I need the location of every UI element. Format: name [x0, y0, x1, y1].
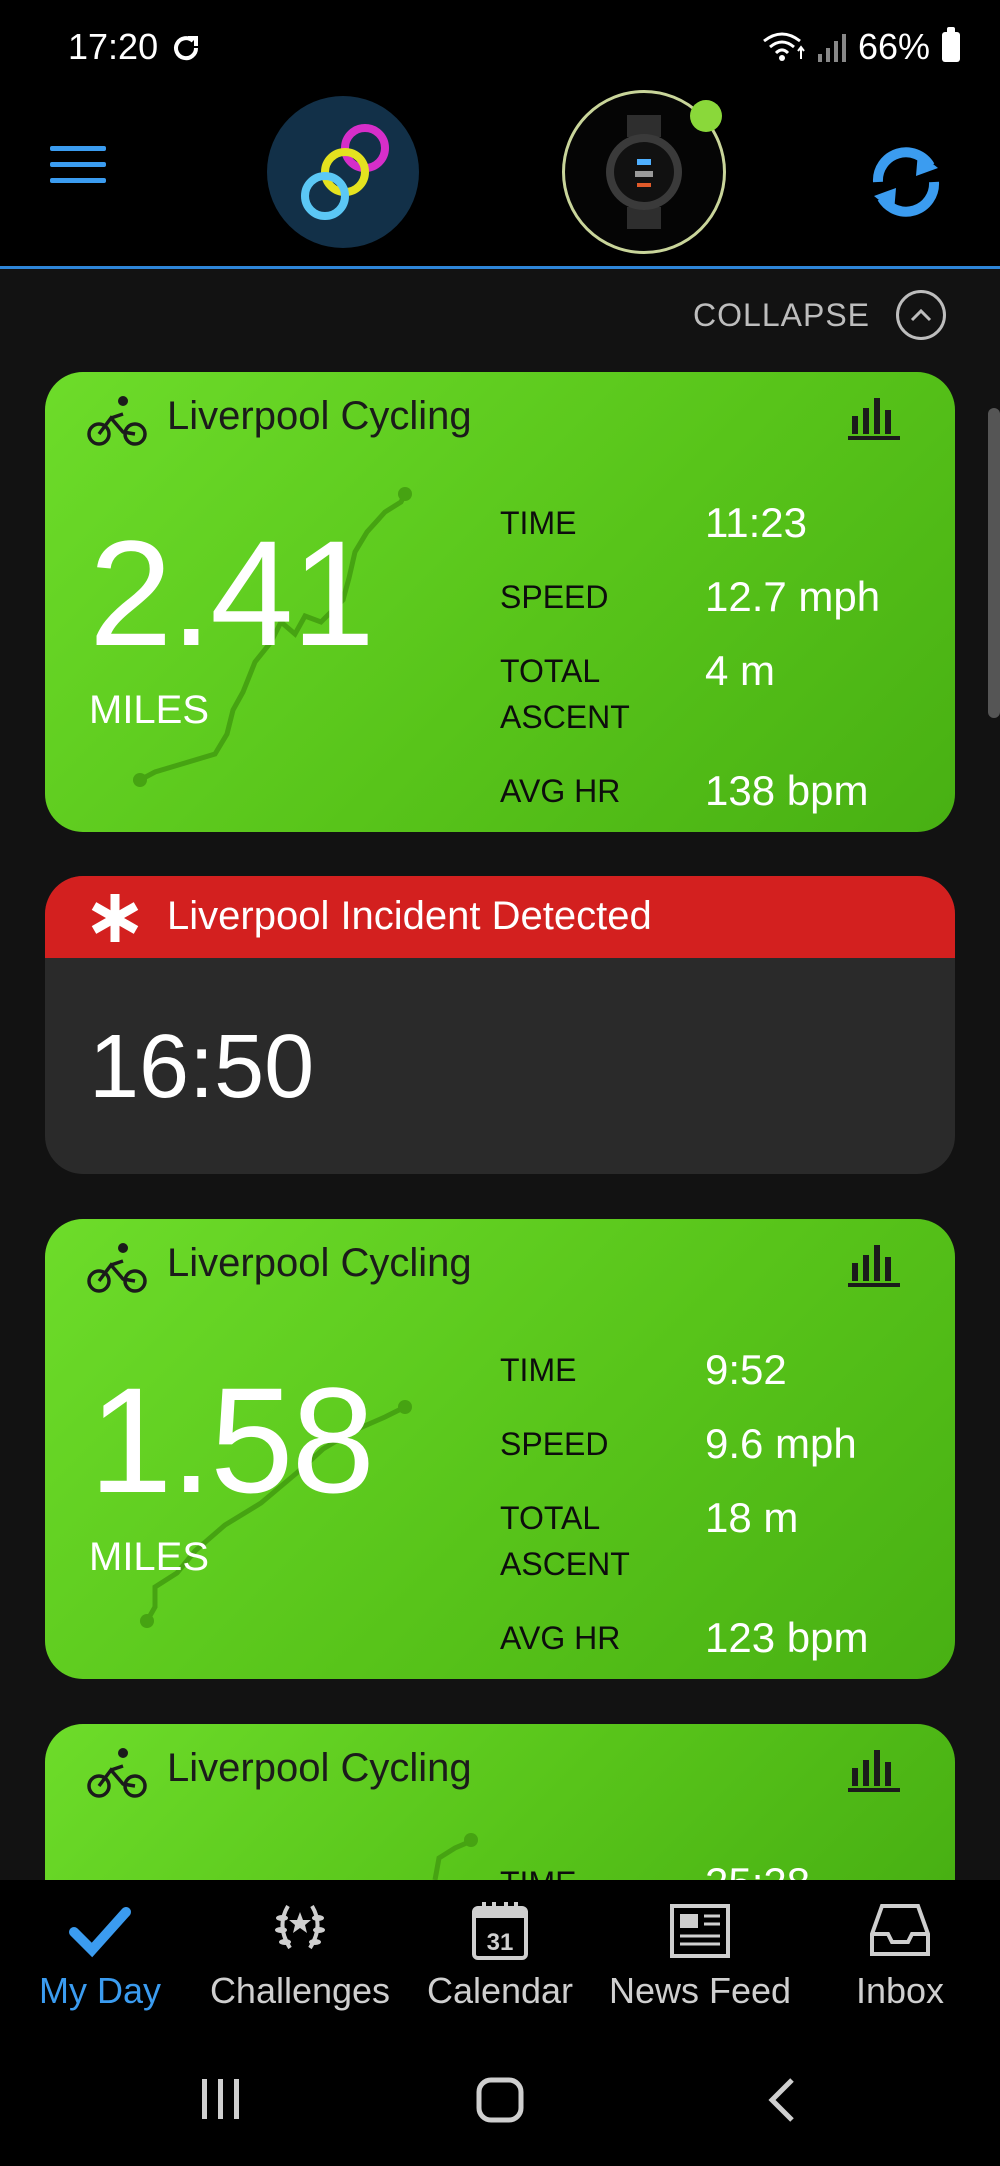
wifi-icon: [763, 32, 805, 61]
activity-title: Liverpool Cycling: [167, 1241, 472, 1285]
inbox-icon: [870, 1904, 930, 1956]
stat-row: SPEED 9.6 mph: [500, 1421, 920, 1467]
nav-label: My Day: [38, 1970, 161, 2011]
menu-icon[interactable]: [50, 146, 106, 190]
nav-inbox[interactable]: Inbox: [800, 1880, 1000, 2025]
scrollbar[interactable]: [988, 408, 1000, 718]
stat-label: TIME: [500, 505, 577, 541]
bicycle-icon: [87, 1748, 147, 1798]
stats-list: TIME 9:52 SPEED 9.6 mph TOTAL ASCENT 18 …: [500, 1347, 920, 1679]
status-icons: 66%: [762, 26, 960, 68]
signal-icon: [817, 34, 846, 62]
rings-icon: [301, 124, 389, 220]
newspaper-icon: [670, 1904, 730, 1958]
stats-list: TIME 25:28: [500, 1860, 920, 1881]
stat-value: 138 bpm: [705, 767, 869, 814]
status-bar: 17:20 66%: [0, 0, 1000, 96]
stat-row: TIME 9:52: [500, 1347, 920, 1393]
incident-card[interactable]: Liverpool Incident Detected 16:50: [45, 876, 955, 1174]
stat-value: 9:52: [705, 1346, 787, 1393]
activity-card[interactable]: Liverpool Cycling TIME 25:28: [45, 1724, 955, 1880]
stat-value: 9.6 mph: [705, 1420, 857, 1467]
stat-label: AVG HR: [500, 1620, 621, 1656]
nav-news-feed[interactable]: News Feed: [600, 1880, 800, 2025]
asterisk-icon: [91, 894, 139, 942]
incident-title: Liverpool Incident Detected: [167, 894, 652, 938]
activity-title: Liverpool Cycling: [167, 394, 472, 438]
system-nav-bar: [0, 2025, 1000, 2166]
stat-value: 123 bpm: [705, 1614, 869, 1661]
nav-label: Calendar: [426, 1970, 574, 2011]
stat-label: AVG HR: [500, 773, 621, 809]
nav-label: Challenges: [209, 1970, 391, 2011]
nav-label: Inbox: [855, 1970, 945, 2011]
recent-apps-icon[interactable]: [198, 2077, 244, 2121]
stats-list: TIME 11:23 SPEED 12.7 mph TOTAL ASCENT 4…: [500, 500, 920, 832]
refresh-icon[interactable]: [862, 138, 950, 226]
stat-value: 12.7 mph: [705, 573, 881, 620]
battery-icon: [942, 27, 960, 62]
bar-chart-icon[interactable]: [848, 394, 900, 440]
activity-card[interactable]: Liverpool Cycling 1.58 MILES TIME 9:52 S…: [45, 1219, 955, 1679]
connect-logo[interactable]: [267, 96, 419, 248]
nav-my-day[interactable]: My Day: [0, 1880, 200, 2025]
stat-value: 11:23: [705, 499, 807, 546]
battery-percent: 66%: [857, 26, 930, 67]
stat-row: TIME 11:23: [500, 500, 920, 546]
stat-row: AVG HR 138 bpm: [500, 768, 920, 814]
nav-challenges[interactable]: Challenges: [200, 1880, 400, 2025]
distance-unit: MILES: [89, 1535, 210, 1579]
app-header: [0, 90, 1000, 269]
stat-row: AVG HR 123 bpm: [500, 1615, 920, 1661]
bicycle-icon: [87, 396, 147, 446]
connection-status-dot: [690, 100, 722, 132]
stat-row: TIME 25:28: [500, 1860, 920, 1881]
stat-row: TOTAL ASCENT 18 m: [500, 1495, 920, 1587]
distance-value: 2.41: [89, 509, 375, 677]
checkmark-icon: [69, 1907, 131, 1958]
stat-value: 4 m: [705, 647, 776, 694]
collapse-label: COLLAPSE: [693, 296, 870, 333]
status-time: 17:20: [68, 26, 159, 67]
bar-chart-icon[interactable]: [848, 1241, 900, 1287]
activity-title: Liverpool Cycling: [167, 1746, 472, 1790]
home-icon[interactable]: [476, 2077, 524, 2123]
activity-card[interactable]: Liverpool Cycling 2.41 MILES TIME 11:23 …: [45, 372, 955, 832]
distance-unit: MILES: [89, 688, 210, 732]
incident-header: Liverpool Incident Detected: [45, 876, 955, 958]
bar-chart-icon[interactable]: [848, 1746, 900, 1792]
nav-calendar[interactable]: 31 Calendar: [400, 1880, 600, 2025]
stat-value: 25:28: [705, 1860, 810, 1881]
stat-label: SPEED: [500, 1426, 609, 1462]
incident-time: 16:50: [89, 1017, 315, 1117]
stat-value: 18 m: [705, 1494, 799, 1541]
stat-row: TOTAL ASCENT 4 m: [500, 648, 920, 740]
stat-label: TOTAL ASCENT: [500, 1500, 630, 1582]
stat-label: TIME: [500, 1352, 577, 1388]
back-icon[interactable]: [766, 2077, 798, 2123]
stat-label: TOTAL ASCENT: [500, 653, 630, 735]
stat-row: SPEED 12.7 mph: [500, 574, 920, 620]
collapse-control[interactable]: COLLAPSE: [693, 290, 946, 340]
bicycle-icon: [87, 1243, 147, 1293]
chevron-up-icon: [896, 290, 946, 340]
laurel-icon: [275, 1904, 325, 1950]
nav-label: News Feed: [608, 1970, 792, 2011]
calendar-icon: 31: [472, 1902, 528, 1960]
distance-value: 1.58: [89, 1356, 375, 1524]
sync-icon: [174, 36, 199, 61]
calendar-day: 31: [487, 1929, 514, 1956]
route-map: [432, 1833, 478, 1880]
stat-label: SPEED: [500, 579, 609, 615]
stat-label: TIME: [500, 1860, 705, 1880]
bottom-nav: My Day Challenges 31 Calendar News Feed …: [0, 1880, 1000, 2025]
